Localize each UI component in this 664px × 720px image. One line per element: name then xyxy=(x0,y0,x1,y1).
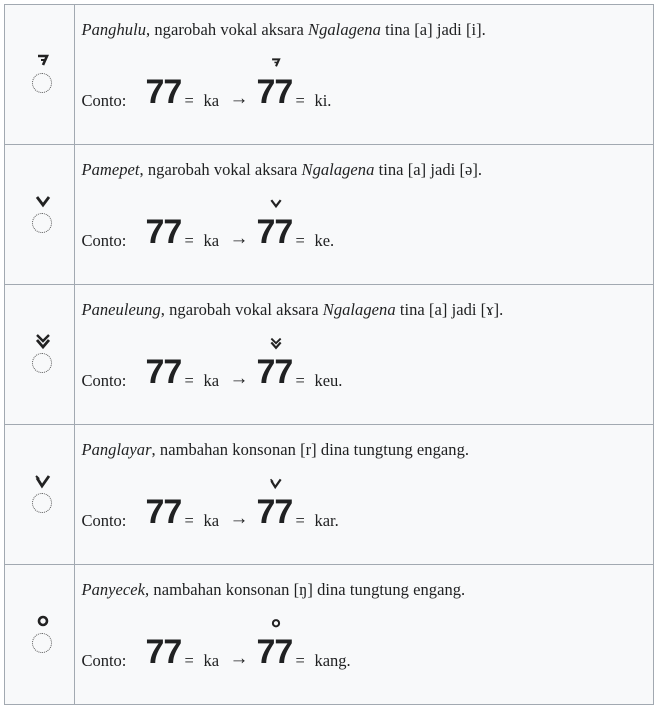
result-reading: ke. xyxy=(314,231,335,250)
panghulu-icon xyxy=(31,53,55,93)
example-label: Conto: xyxy=(81,371,127,390)
result-aksara: 77 xyxy=(256,73,293,111)
example-line: Conto: 77 = ka → 77 = ki. xyxy=(81,58,647,121)
base-reading: ka xyxy=(203,651,220,670)
description-cell: Panglayar, nambahan konsonan [r] dina tu… xyxy=(74,424,654,565)
result-aksara: 77 xyxy=(256,633,293,671)
example-line: Conto: 77 = ka → 77 = kang. xyxy=(81,619,647,681)
panglayar-mark-icon xyxy=(270,478,282,490)
base-reading: ka xyxy=(203,231,220,250)
example-label: Conto: xyxy=(81,91,127,110)
diacritic-name: Panyecek xyxy=(81,580,146,599)
base-reading: ka xyxy=(203,511,220,530)
description-text: Panglayar, nambahan konsonan [r] dina tu… xyxy=(81,440,470,459)
glyph-cell xyxy=(3,284,76,425)
diacritics-table: Panghulu, ngarobah vokal aksara Ngalagen… xyxy=(3,4,654,705)
arrow-icon: → xyxy=(229,368,249,389)
panglayar-icon xyxy=(31,473,55,513)
base-aksara: 77 xyxy=(145,493,182,531)
result-aksara: 77 xyxy=(256,353,293,391)
result-reading: keu. xyxy=(314,371,343,390)
panghulu-mark-icon xyxy=(272,58,282,67)
description-cell: Panyecek, nambahan konsonan [ŋ] dina tun… xyxy=(74,564,654,705)
description-text: Panyecek, nambahan konsonan [ŋ] dina tun… xyxy=(81,580,466,599)
glyph-cell xyxy=(3,564,76,705)
arrow-icon: → xyxy=(229,88,249,109)
panyecek-icon xyxy=(31,613,55,653)
base-aksara: 77 xyxy=(145,633,182,671)
example-label: Conto: xyxy=(81,511,127,530)
description-text: Panghulu, ngarobah vokal aksara Ngalagen… xyxy=(81,20,486,39)
paneuleung-mark-icon xyxy=(270,337,282,350)
description-text: Paneuleung, ngarobah vokal aksara Ngalag… xyxy=(81,300,504,319)
description-cell: Pamepet, ngarobah vokal aksara Ngalagena… xyxy=(74,144,654,285)
table-row: Pamepet, ngarobah vokal aksara Ngalagena… xyxy=(3,144,654,285)
pamepet-icon xyxy=(31,193,55,233)
example-label: Conto: xyxy=(81,231,127,250)
result-reading: kar. xyxy=(314,511,339,530)
glyph-cell xyxy=(3,144,76,285)
table-row: Panglayar, nambahan konsonan [r] dina tu… xyxy=(3,424,654,565)
diacritic-name: Panglayar xyxy=(81,440,152,459)
table-row: Panyecek, nambahan konsonan [ŋ] dina tun… xyxy=(3,564,654,705)
diacritic-name: Paneuleung xyxy=(81,300,161,319)
base-reading: ka xyxy=(203,371,220,390)
table-row: Paneuleung, ngarobah vokal aksara Ngalag… xyxy=(3,284,654,425)
base-aksara: 77 xyxy=(145,73,182,111)
base-reading: ka xyxy=(203,91,220,110)
diacritic-name: Panghulu xyxy=(81,20,147,39)
arrow-icon: → xyxy=(229,228,249,249)
table-row: Panghulu, ngarobah vokal aksara Ngalagen… xyxy=(3,4,654,145)
example-label: Conto: xyxy=(81,651,127,670)
result-reading: kang. xyxy=(314,651,351,670)
diacritic-name: Pamepet xyxy=(81,160,140,179)
example-line: Conto: 77 = ka → 77 = kar. xyxy=(81,478,647,541)
description-cell: Paneuleung, ngarobah vokal aksara Ngalag… xyxy=(74,284,654,425)
base-aksara: 77 xyxy=(145,213,182,251)
panyecek-mark-icon xyxy=(272,619,281,628)
description-cell: Panghulu, ngarobah vokal aksara Ngalagen… xyxy=(74,4,654,145)
result-aksara: 77 xyxy=(256,213,293,251)
glyph-cell xyxy=(3,4,76,145)
example-line: Conto: 77 = ka → 77 = keu. xyxy=(81,337,647,401)
pamepet-mark-icon xyxy=(270,199,282,209)
result-aksara: 77 xyxy=(256,493,293,531)
result-reading: ki. xyxy=(314,91,332,110)
arrow-icon: → xyxy=(229,508,249,529)
glyph-cell xyxy=(3,424,76,565)
example-line: Conto: 77 = ka → 77 = ke. xyxy=(81,199,647,261)
description-text: Pamepet, ngarobah vokal aksara Ngalagena… xyxy=(81,160,483,179)
base-aksara: 77 xyxy=(145,353,182,391)
paneuleung-icon xyxy=(31,333,55,373)
arrow-icon: → xyxy=(229,648,249,669)
